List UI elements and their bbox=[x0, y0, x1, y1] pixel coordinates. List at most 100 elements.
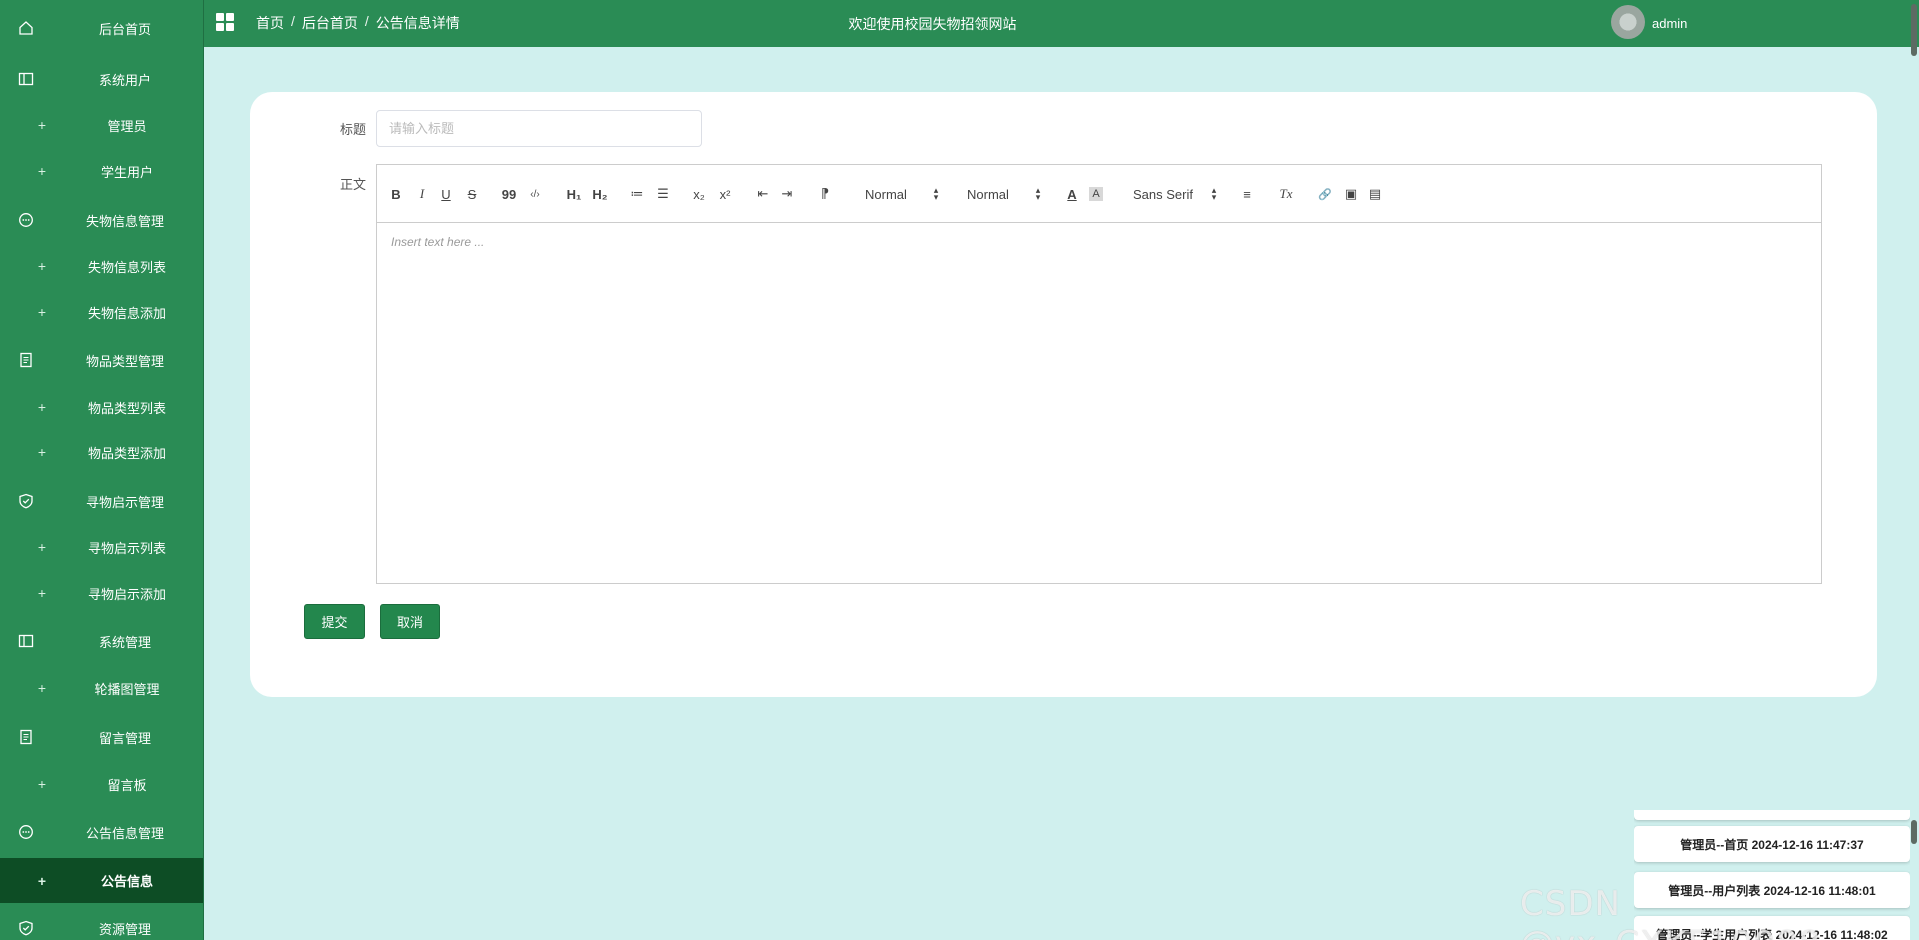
sidebar-item-search-notices-list[interactable]: + 寻物启示列表 bbox=[0, 527, 203, 567]
plus-icon: + bbox=[37, 117, 47, 133]
sidebar-item-label: 公告信息管理 bbox=[85, 825, 164, 841]
plus-icon: + bbox=[37, 539, 47, 555]
sidebar-item-lost-items-list[interactable]: + 失物信息列表 bbox=[0, 246, 203, 286]
plus-icon: + bbox=[37, 872, 47, 889]
sidebar-item-label: 失物信息添加 bbox=[87, 305, 166, 321]
sidebar-item-item-types-list[interactable]: + 物品类型列表 bbox=[0, 387, 203, 427]
sidebar-item-label: 失物信息管理 bbox=[85, 213, 164, 229]
title-label: 标题 bbox=[340, 122, 367, 137]
text-direction-button[interactable]: ⁋ bbox=[817, 185, 833, 203]
sidebar-item-label: 留言管理 bbox=[98, 730, 151, 746]
sidebar-item-system-management[interactable]: 系统管理 bbox=[0, 621, 203, 661]
plus-icon: + bbox=[37, 776, 47, 792]
size-select[interactable]: Normal ▴ ▾ bbox=[865, 185, 941, 203]
header-select-value: Normal bbox=[967, 186, 1009, 202]
sidebar-item-lost-items-add[interactable]: + 失物信息添加 bbox=[0, 292, 203, 332]
sidebar-item-label: 物品类型列表 bbox=[87, 400, 166, 416]
history-tag[interactable] bbox=[1634, 810, 1910, 820]
outdent-button[interactable]: ⇤ bbox=[755, 185, 771, 203]
link-button[interactable]: 🔗 bbox=[1317, 185, 1333, 203]
size-select-value: Normal bbox=[865, 186, 907, 202]
plus-icon: + bbox=[37, 680, 47, 696]
font-select[interactable]: Sans Serif ▴ ▾ bbox=[1133, 185, 1219, 203]
bullet-list-button[interactable]: ☰ bbox=[655, 185, 671, 203]
strike-button[interactable]: S bbox=[465, 185, 479, 203]
site-title: 欢迎使用校园失物招领网站 bbox=[848, 16, 1017, 32]
shield-icon bbox=[18, 493, 34, 509]
sidebar-item-label: 寻物启示管理 bbox=[85, 494, 164, 510]
superscript-button[interactable]: x² bbox=[717, 185, 733, 203]
indent-button[interactable]: ⇥ bbox=[779, 185, 795, 203]
align-button[interactable]: ≡ bbox=[1239, 185, 1255, 203]
sidebar-item-label: 轮播图管理 bbox=[94, 681, 160, 697]
sidebar-item-label: 物品类型添加 bbox=[87, 445, 166, 461]
page-scrollbar[interactable] bbox=[1909, 0, 1919, 60]
font-color-button[interactable]: A bbox=[1065, 185, 1079, 203]
bold-button[interactable]: B bbox=[389, 185, 403, 203]
sidebar-item-label: 寻物启示添加 bbox=[87, 586, 166, 602]
select-arrows-icon: ▴ ▾ bbox=[933, 185, 939, 202]
avatar[interactable] bbox=[1611, 5, 1645, 39]
header-select[interactable]: Normal ▴ ▾ bbox=[967, 185, 1043, 203]
image-button[interactable]: ▣ bbox=[1343, 185, 1359, 203]
sidebar-item-search-notices[interactable]: 寻物启示管理 bbox=[0, 481, 203, 521]
top-bar: 首页 / 后台首页 / 公告信息详情 欢迎使用校园失物招领网站 admin bbox=[204, 0, 1919, 47]
history-tag[interactable]: 管理员--首页 2024-12-16 11:47:37 bbox=[1634, 826, 1910, 862]
ordered-list-button[interactable]: ≔ bbox=[629, 185, 645, 203]
sidebar-item-search-notices-add[interactable]: + 寻物启示添加 bbox=[0, 573, 203, 613]
submit-button[interactable]: 提交 bbox=[304, 604, 365, 639]
sidebar-item-admins[interactable]: + 管理员 bbox=[0, 105, 203, 145]
sidebar-item-system-users[interactable]: 系统用户 bbox=[0, 59, 203, 99]
sidebar-item-resources[interactable]: 资源管理 bbox=[0, 908, 203, 940]
watermark: CSDN @vx_CXKF10088 bbox=[1520, 884, 1820, 940]
sidebar-item-lost-items[interactable]: 失物信息管理 bbox=[0, 200, 203, 240]
columns-icon bbox=[18, 633, 34, 649]
rich-text-editor: B I U S 99 ‹/› H₁ H₂ ≔ ☰ x₂ x² ⇤ ⇥ ⁋ Nor… bbox=[376, 164, 1822, 584]
body-label: 正文 bbox=[340, 177, 367, 192]
sidebar-item-label: 留言板 bbox=[107, 777, 147, 793]
cancel-button[interactable]: 取消 bbox=[380, 604, 440, 639]
plus-icon: + bbox=[37, 163, 47, 179]
user-name[interactable]: admin bbox=[1652, 16, 1687, 31]
plus-icon: + bbox=[37, 585, 47, 601]
form-card: 标题 正文 B I U S 99 ‹/› H₁ H₂ ≔ ☰ x₂ x² ⇤ ⇥… bbox=[250, 92, 1877, 697]
document-icon bbox=[18, 352, 34, 368]
code-block-button[interactable]: ‹/› bbox=[527, 185, 543, 203]
sidebar-item-item-types-add[interactable]: + 物品类型添加 bbox=[0, 432, 203, 472]
shield-icon bbox=[18, 920, 34, 936]
clean-format-button[interactable]: Tx bbox=[1277, 185, 1295, 203]
sidebar-item-label: 资源管理 bbox=[98, 921, 151, 937]
sidebar-item-item-types[interactable]: 物品类型管理 bbox=[0, 340, 203, 380]
background-color-button[interactable]: A bbox=[1089, 187, 1103, 201]
italic-button[interactable]: I bbox=[415, 185, 429, 203]
sidebar-item-label: 寻物启示列表 bbox=[87, 540, 166, 556]
header-2-button[interactable]: H₂ bbox=[591, 185, 609, 203]
home-icon bbox=[18, 20, 34, 36]
subscript-button[interactable]: x₂ bbox=[691, 185, 707, 203]
select-arrows-icon: ▴ ▾ bbox=[1035, 185, 1041, 202]
plus-icon: + bbox=[37, 444, 47, 460]
sidebar-item-announcements[interactable]: 公告信息管理 bbox=[0, 812, 203, 852]
video-button[interactable]: ▤ bbox=[1367, 185, 1383, 203]
sidebar-item-message-board[interactable]: + 留言板 bbox=[0, 764, 203, 804]
title-input[interactable] bbox=[376, 110, 702, 147]
editor-toolbar: B I U S 99 ‹/› H₁ H₂ ≔ ☰ x₂ x² ⇤ ⇥ ⁋ Nor… bbox=[377, 165, 1821, 223]
sidebar-item-messages[interactable]: 留言管理 bbox=[0, 717, 203, 757]
sidebar-item-announcement-info[interactable]: + 公告信息 bbox=[0, 858, 203, 903]
editor-placeholder[interactable]: Insert text here ... bbox=[391, 235, 484, 249]
header-1-button[interactable]: H₁ bbox=[565, 185, 583, 203]
sidebar-item-label: 系统用户 bbox=[98, 72, 151, 88]
sidebar-item-label: 公告信息 bbox=[100, 874, 153, 889]
blockquote-button[interactable]: 99 bbox=[501, 185, 517, 203]
sidebar-item-label: 系统管理 bbox=[98, 634, 151, 650]
sidebar-item-students[interactable]: + 学生用户 bbox=[0, 151, 203, 191]
history-scrollbar[interactable] bbox=[1911, 820, 1917, 844]
sidebar: 后台首页 系统用户 + 管理员 + 学生用户 失物信息管理 + 失物信息列表 +… bbox=[0, 0, 204, 940]
plus-icon: + bbox=[37, 258, 47, 274]
select-arrows-icon: ▴ ▾ bbox=[1211, 185, 1217, 202]
sidebar-item-label: 管理员 bbox=[107, 118, 147, 134]
sidebar-item-dashboard[interactable]: 后台首页 bbox=[0, 8, 203, 48]
underline-button[interactable]: U bbox=[439, 185, 453, 203]
sidebar-item-carousel[interactable]: + 轮播图管理 bbox=[0, 668, 203, 708]
sidebar-item-label: 后台首页 bbox=[98, 21, 151, 37]
